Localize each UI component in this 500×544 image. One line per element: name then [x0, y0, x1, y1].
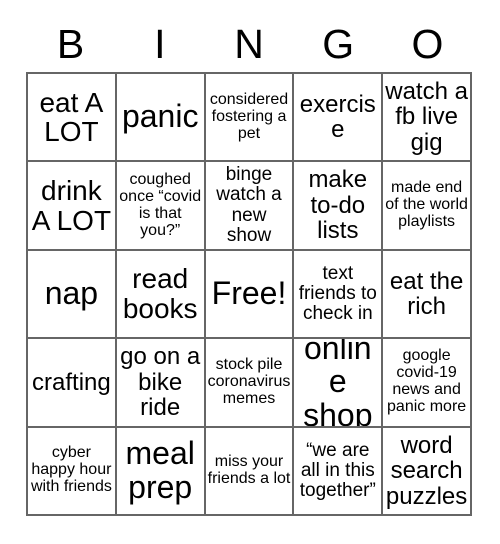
bingo-cell[interactable]: word search puzzles [383, 427, 472, 516]
bingo-cell[interactable]: coughed once “covid is that you?” [116, 162, 206, 251]
bingo-card: B I N G O eat A LOT panic considered foste… [0, 0, 500, 544]
header-letter-o: O [411, 20, 444, 67]
bingo-cell[interactable]: online shop [294, 339, 384, 428]
bingo-cell-free[interactable]: Free! [205, 250, 295, 340]
bingo-cell-label: made end of the world playlists [385, 179, 468, 231]
bingo-cell[interactable]: watch a fb live gig [383, 74, 472, 163]
bingo-cell-label: go on a bike ride [120, 343, 201, 422]
bingo-cell-label: watch a fb live gig [385, 78, 468, 156]
bingo-cell-label: coughed once “covid is that you?” [119, 170, 202, 239]
bingo-cell-label: stock pile coronavirus memes [207, 355, 291, 407]
header-letter-g: G [322, 20, 355, 67]
bingo-cell[interactable]: nap [28, 250, 117, 340]
bingo-cell-label: binge watch a new show [216, 164, 282, 246]
bingo-cell-label: cyber happy hour with friends [30, 444, 112, 496]
bingo-cell-label: eat the rich [389, 267, 464, 320]
bingo-cell[interactable]: “we are all in this together” [294, 427, 384, 516]
bingo-cell[interactable]: crafting [28, 339, 117, 428]
bingo-cell[interactable]: exercise [294, 74, 384, 163]
bingo-cell-label: make to-do lists [308, 166, 368, 245]
bingo-cell[interactable]: google covid-19 news and panic more [383, 339, 472, 428]
bingo-cell-label: miss your friends a lot [207, 452, 291, 487]
bingo-cell-label: Free! [211, 275, 287, 312]
bingo-cell[interactable]: panic [116, 74, 206, 163]
bingo-cell[interactable]: make to-do lists [294, 162, 384, 251]
bingo-grid: eat A LOT panic considered fostering a pet… [26, 72, 472, 516]
bingo-cell-label: word search puzzles [385, 431, 468, 510]
bingo-cell[interactable]: read books [116, 250, 206, 340]
bingo-cell-label: google covid-19 news and panic more [387, 347, 467, 416]
bingo-cell[interactable]: eat the rich [383, 250, 472, 340]
bingo-cell[interactable]: considered fostering a pet [205, 74, 295, 163]
bingo-cell-label: drink A LOT [31, 174, 112, 236]
bingo-cell[interactable]: miss your friends a lot [205, 427, 295, 516]
bingo-cell[interactable]: drink A LOT [28, 162, 117, 251]
bingo-cell[interactable]: go on a bike ride [116, 339, 206, 428]
bingo-cell-label: text friends to check in [298, 262, 377, 325]
bingo-header: B I N G O [26, 16, 472, 72]
bingo-cell[interactable]: stock pile coronavirus memes [205, 339, 295, 428]
bingo-cell[interactable]: eat A LOT [28, 74, 117, 163]
bingo-cell-label: online shop [303, 339, 373, 428]
bingo-cell[interactable]: meal prep [116, 427, 206, 516]
bingo-cell[interactable]: binge watch a new show [205, 162, 295, 251]
bingo-cell-label: crafting [32, 368, 111, 396]
header-letter-b: B [56, 20, 85, 67]
bingo-cell-label: exercise [299, 90, 376, 144]
bingo-cell-label: considered fostering a pet [209, 90, 289, 142]
bingo-cell-label: meal prep [125, 434, 195, 505]
bingo-cell-label: read books [122, 263, 198, 324]
bingo-cell-label: nap [44, 275, 99, 312]
header-letter-i: I [154, 20, 166, 67]
bingo-cell-label: eat A LOT [39, 86, 104, 148]
bingo-cell[interactable]: made end of the world playlists [383, 162, 472, 251]
bingo-cell[interactable]: text friends to check in [294, 250, 384, 340]
bingo-cell-label: “we are all in this together” [299, 439, 376, 501]
bingo-cell[interactable]: cyber happy hour with friends [28, 427, 117, 516]
bingo-cell-label: panic [121, 98, 199, 135]
header-letter-n: N [234, 20, 264, 67]
